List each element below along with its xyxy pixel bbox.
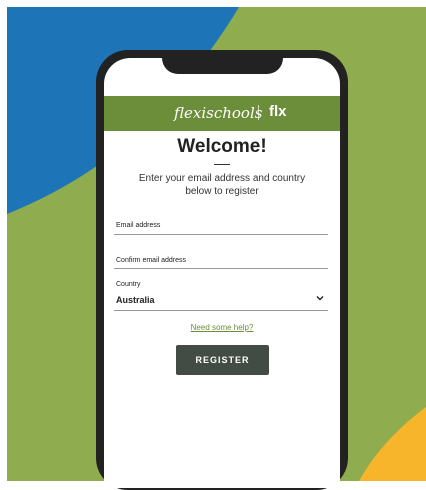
flx-logo: flx — [269, 103, 287, 120]
title-divider — [214, 164, 230, 165]
register-button[interactable]: REGISTER — [176, 345, 269, 375]
yellow-shape — [359, 407, 426, 481]
country-field-underline — [114, 310, 328, 311]
chevron-down-icon[interactable] — [316, 294, 324, 304]
phone-screen: flexischools flx Welcome! Enter your ema… — [104, 58, 340, 488]
email-field[interactable] — [114, 234, 328, 235]
confirm-email-field[interactable] — [114, 268, 328, 269]
email-field-label: Email address — [116, 222, 161, 229]
country-select[interactable]: Australia — [116, 295, 155, 305]
phone-notch — [162, 50, 283, 74]
help-link[interactable]: Need some help? — [104, 323, 340, 332]
flexischools-logo: flexischools — [174, 104, 263, 122]
confirm-email-field-label: Confirm email address — [116, 257, 187, 264]
intro-text: Enter your email address and country bel… — [138, 173, 306, 197]
country-field-label: Country — [116, 281, 141, 288]
logo-divider — [258, 105, 259, 120]
brand-header: flexischools flx — [104, 96, 340, 131]
welcome-title: Welcome! — [177, 136, 267, 157]
